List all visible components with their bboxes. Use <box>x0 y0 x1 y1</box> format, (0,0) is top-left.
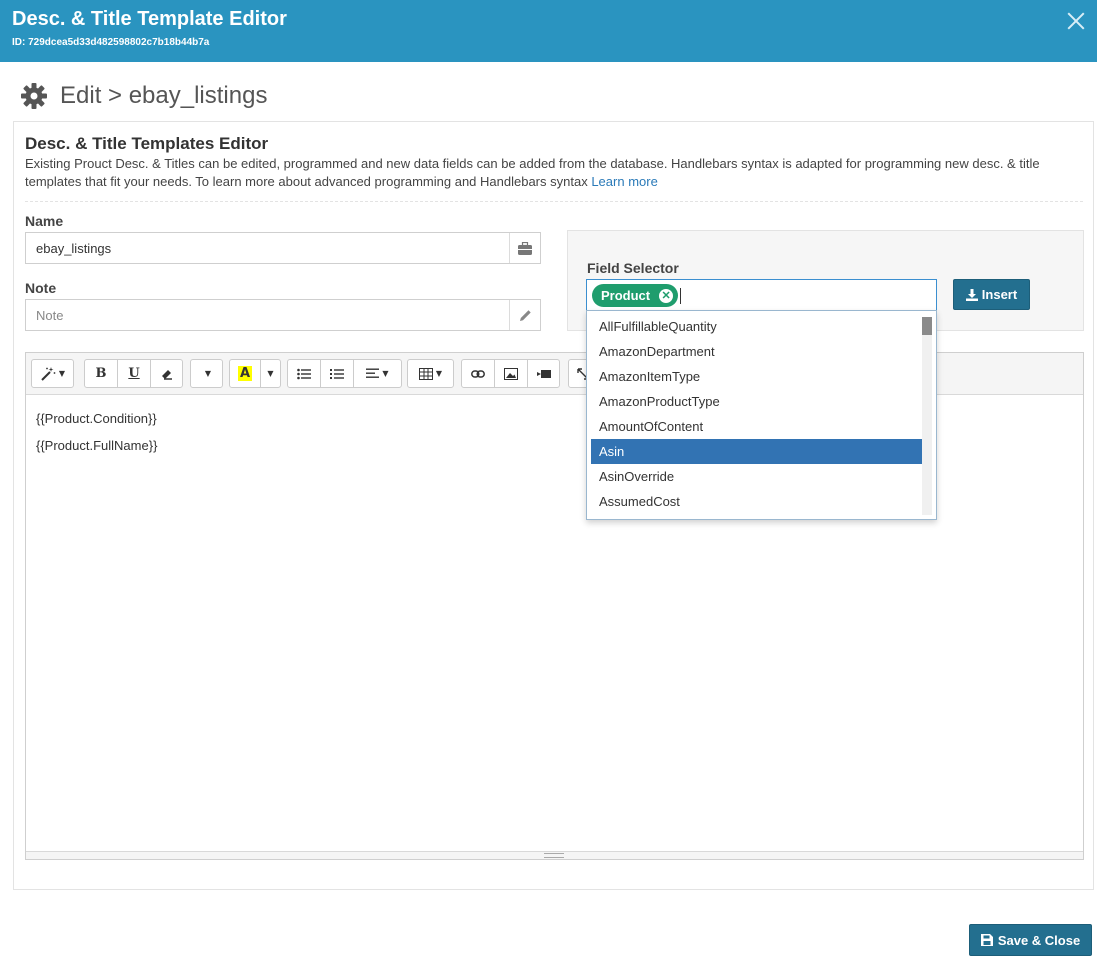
product-tag[interactable]: Product ✕ <box>592 284 679 307</box>
tag-label: Product <box>601 288 651 303</box>
save-close-label: Save & Close <box>997 932 1081 948</box>
panel-title: Desc. & Title Templates Editor <box>25 134 269 153</box>
magic-wand-button[interactable]: ▼ <box>32 360 73 387</box>
highlight-a-icon: A <box>237 366 253 381</box>
bullet-list-icon <box>297 368 311 379</box>
table-icon <box>418 367 433 380</box>
table-dropdown[interactable]: ▼ <box>408 360 453 387</box>
text-caret <box>680 288 681 304</box>
editor-resize-bar[interactable] <box>26 851 1083 859</box>
page-title: Edit > ebay_listings <box>60 82 268 109</box>
insert-label: Insert <box>981 287 1018 302</box>
option-item-selected[interactable]: Asin <box>591 439 922 464</box>
name-field[interactable]: ebay_listings <box>25 232 541 264</box>
color-dropdown[interactable]: ▼ <box>261 360 280 387</box>
description-text: Existing Prouct Desc. & Titles can be ed… <box>25 156 1040 189</box>
gear-icon <box>21 83 47 109</box>
align-left-icon <box>366 368 380 378</box>
font-size-group: ▼ <box>190 359 223 388</box>
page-heading: Edit > ebay_listings <box>20 80 267 112</box>
name-value: ebay_listings <box>36 240 112 256</box>
option-item[interactable]: AssumedCost <box>591 489 922 514</box>
list-group: ▼ <box>287 359 402 388</box>
font-size-dropdown[interactable]: ▼ <box>191 360 222 387</box>
magic-wand-icon <box>41 366 56 381</box>
option-item[interactable]: AmazonItemType <box>591 364 922 389</box>
link-button[interactable] <box>462 360 495 387</box>
download-icon <box>965 288 978 301</box>
eraser-button[interactable] <box>151 360 182 387</box>
learn-more-link[interactable]: Learn more <box>591 174 657 189</box>
close-icon[interactable] <box>1065 10 1087 32</box>
style-group: ▼ <box>31 359 74 388</box>
editor-line: {{Product.Condition}} <box>36 411 157 426</box>
option-item[interactable]: AmazonProductType <box>591 389 922 414</box>
scrollbar-thumb[interactable] <box>922 317 932 335</box>
template-id: ID: 729dcea5d33d482598802c7b18b44b7a <box>12 37 210 48</box>
save-close-button[interactable]: Save & Close <box>969 924 1092 956</box>
option-item[interactable]: AllFulfillableQuantity <box>591 314 922 339</box>
field-options-dropdown: AllFulfillableQuantity AmazonDepartment … <box>586 310 937 520</box>
window-title: Desc. & Title Template Editor <box>12 8 287 30</box>
panel-description: Existing Prouct Desc. & Titles can be ed… <box>25 155 1075 191</box>
bold-button[interactable]: B <box>85 360 118 387</box>
dropdown-scrollbar[interactable] <box>922 317 932 515</box>
field-selector-label: Field Selector <box>587 260 679 276</box>
eraser-icon <box>161 369 172 380</box>
note-placeholder: Note <box>36 307 64 323</box>
image-icon <box>504 367 518 380</box>
field-selector-input[interactable]: Product ✕ <box>586 279 937 311</box>
resize-grip-icon <box>544 853 564 858</box>
video-icon <box>536 369 551 378</box>
text-color-button[interactable]: A <box>230 360 261 387</box>
tag-remove-icon[interactable]: ✕ <box>659 289 674 303</box>
option-item[interactable]: AmountOfContent <box>591 414 922 439</box>
underline-button[interactable]: U <box>118 360 151 387</box>
image-button[interactable] <box>495 360 528 387</box>
editor-content[interactable]: {{Product.Condition}} {{Product.FullName… <box>36 405 157 459</box>
name-label: Name <box>25 213 64 229</box>
table-group: ▼ <box>407 359 454 388</box>
note-label: Note <box>25 280 57 296</box>
numbered-list-button[interactable] <box>321 360 354 387</box>
video-button[interactable] <box>528 360 559 387</box>
link-icon <box>471 369 485 378</box>
note-field[interactable]: Note <box>25 299 541 331</box>
insert-button[interactable]: Insert <box>953 279 1030 310</box>
divider <box>25 201 1083 202</box>
pencil-icon <box>509 300 540 330</box>
editor-line: {{Product.FullName}} <box>36 438 158 453</box>
color-group: A ▼ <box>229 359 281 388</box>
save-icon <box>980 934 993 946</box>
window-header: Desc. & Title Template Editor ID: 729dce… <box>0 0 1097 62</box>
briefcase-icon <box>509 233 540 263</box>
paragraph-align-dropdown[interactable]: ▼ <box>354 360 401 387</box>
numbered-list-icon <box>330 368 344 379</box>
option-item[interactable]: AmazonDepartment <box>591 339 922 364</box>
font-style-group: B U <box>84 359 183 388</box>
option-item[interactable]: AsinOverride <box>591 464 922 489</box>
insert-group <box>461 359 560 388</box>
bullet-list-button[interactable] <box>288 360 321 387</box>
